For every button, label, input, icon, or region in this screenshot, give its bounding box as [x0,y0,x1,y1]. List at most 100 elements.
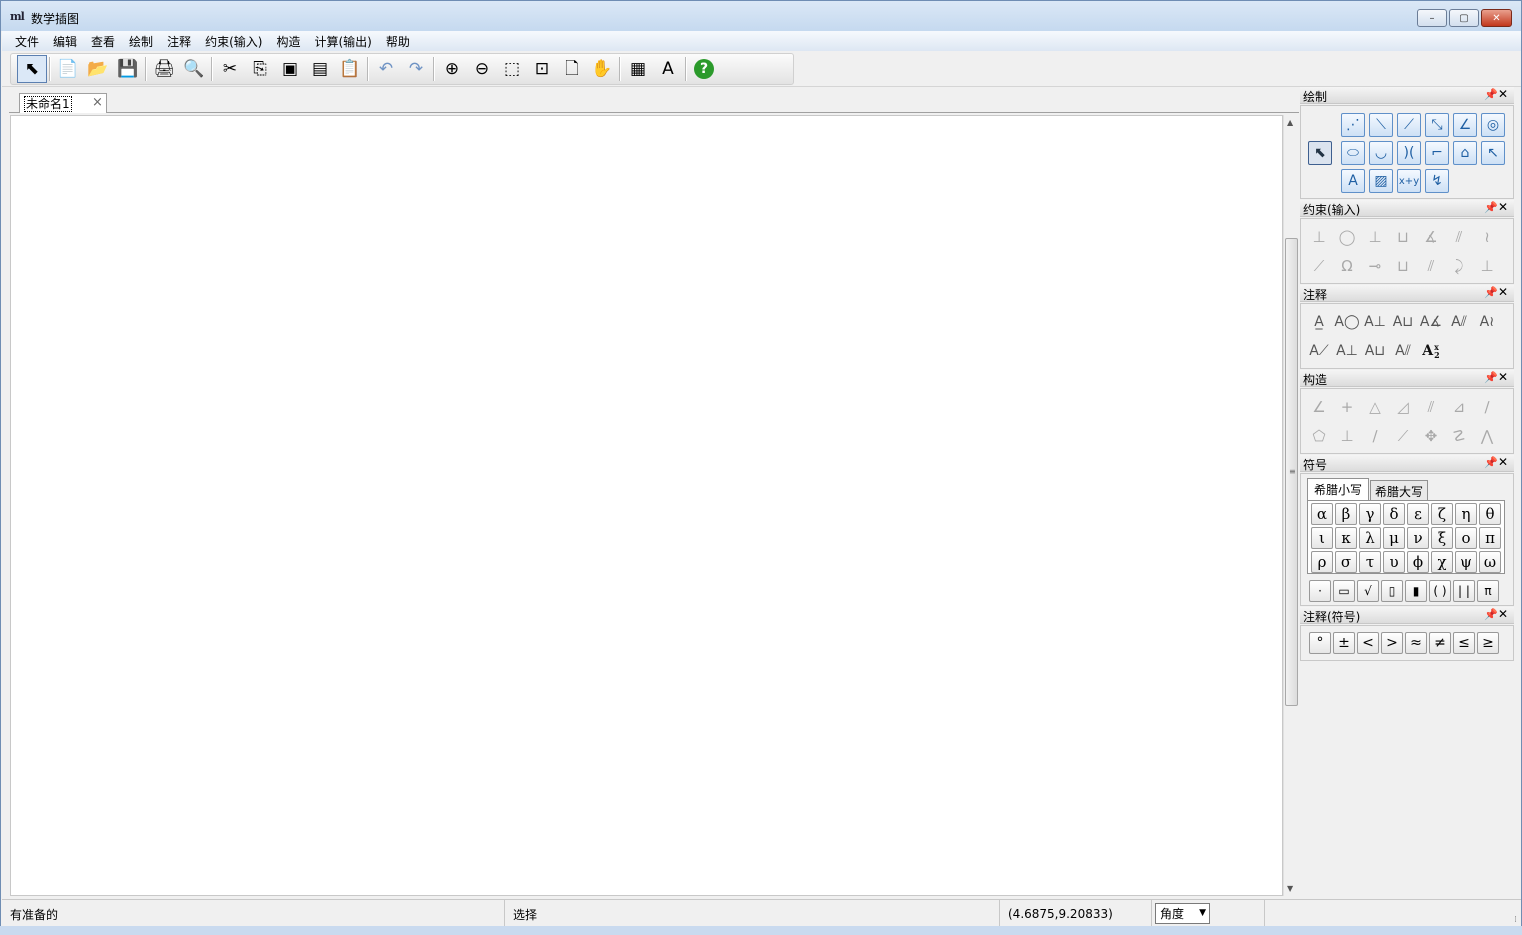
close-window-button[interactable]: ✕ [1481,9,1512,27]
constraint-tool[interactable]: ⊥ [1307,225,1331,249]
constraint-tool[interactable]: ⊸ [1363,254,1387,278]
greek-letter-button[interactable]: τ [1359,551,1381,573]
annotation-symbol-button[interactable]: ≈ [1405,632,1427,654]
pin-icon[interactable]: 📌 [1484,88,1498,101]
annotation-symbol-button[interactable]: ± [1333,632,1355,654]
circle-tool[interactable]: ◎ [1481,113,1505,137]
annotation-tool[interactable]: A̲ [1307,310,1331,334]
pin-icon[interactable]: 📌 [1484,608,1498,621]
greek-letter-button[interactable]: ϕ [1407,551,1429,573]
greek-letter-button[interactable]: δ [1383,503,1405,525]
point-tool[interactable]: ⋰ [1341,113,1365,137]
subscript-annotation-tool[interactable]: Ax2 [1419,339,1443,363]
tab-close-icon[interactable]: × [92,95,103,110]
constraint-tool[interactable]: ⊔ [1391,225,1415,249]
save-disk-button[interactable]: 💾 [113,55,143,83]
function-graph-tool[interactable]: x+y [1397,169,1421,193]
constraint-tool[interactable]: ⫽ [1447,225,1471,249]
greek-letter-button[interactable]: υ [1383,551,1405,573]
new-file-button[interactable]: 📄 [53,55,83,83]
annotation-tool[interactable]: A⊥ [1335,339,1359,363]
annotation-symbol-button[interactable]: ≤ [1453,632,1475,654]
help-question-button[interactable]: ? [689,55,719,83]
open-folder-button[interactable]: 📂 [83,55,113,83]
curve-tool[interactable]: ↖ [1481,141,1505,165]
construct-tool[interactable]: ⟋ [1391,424,1415,448]
constraint-tool[interactable]: ⊥ [1475,254,1499,278]
annotation-tool[interactable]: A⊥ [1363,310,1387,334]
scroll-up-icon[interactable]: ▲ [1287,118,1293,127]
tab-symbol-0[interactable]: 希腊小写 [1307,478,1369,500]
close-icon[interactable]: ✕ [1498,455,1508,469]
menu-item-3[interactable]: 绘制 [122,33,160,50]
angle-unit-select[interactable]: 角度 ▼ [1155,903,1210,924]
constraint-tool[interactable]: ≀ [1475,225,1499,249]
polygon-tool[interactable]: ⌂ [1453,141,1477,165]
constraint-tool[interactable]: ⫽ [1419,254,1443,278]
segment-tool[interactable]: ⤡ [1425,113,1449,137]
maximize-button[interactable]: ▢ [1449,9,1479,27]
copy-window-button[interactable]: ▣ [275,55,305,83]
annotation-tool[interactable]: A⟋ [1307,339,1331,363]
annotation-tool[interactable]: A⊔ [1391,310,1415,334]
greek-letter-button[interactable]: β [1335,503,1357,525]
title-bar[interactable]: ml 数学插图 – ▢ ✕ [1,1,1521,31]
close-icon[interactable]: ✕ [1498,285,1508,299]
constraint-tool[interactable]: ⊔ [1391,254,1415,278]
sqrt-format-button[interactable]: √ [1357,580,1379,602]
greek-letter-button[interactable]: χ [1431,551,1453,573]
menu-item-5[interactable]: 约束(输入) [198,33,269,50]
hyperbola-tool[interactable]: )( [1397,141,1421,165]
construct-tool[interactable]: ☡ [1447,424,1471,448]
greek-letter-button[interactable]: ο [1455,527,1477,549]
document-tab[interactable]: 未命名1 × [19,93,107,113]
close-icon[interactable]: ✕ [1498,87,1508,101]
constraint-tool[interactable]: ∡ [1419,225,1443,249]
construct-tool[interactable]: ⬠ [1307,424,1331,448]
annotation-tool[interactable]: A◯ [1334,310,1359,334]
annotation-symbol-button[interactable]: ≥ [1477,632,1499,654]
zoom-fit-button[interactable]: ⊡ [527,55,557,83]
annotation-symbol-button[interactable]: > [1381,632,1403,654]
zoom-out-button[interactable]: ⊖ [467,55,497,83]
resize-grip-icon[interactable]: ⁞ [1514,915,1517,925]
pan-hand-button[interactable]: ✋ [587,55,617,83]
greek-letter-button[interactable]: μ [1383,527,1405,549]
construct-tool[interactable]: △ [1363,395,1387,419]
undo-button[interactable]: ↶ [371,55,401,83]
image-tool[interactable]: ▨ [1369,169,1393,193]
scroll-down-icon[interactable]: ▼ [1287,884,1293,893]
construct-tool[interactable]: ∠ [1307,395,1331,419]
print-button[interactable]: 🖨 [149,55,179,83]
annotation-tool[interactable]: A⫽ [1391,339,1415,363]
greek-letter-button[interactable]: π [1479,527,1501,549]
text-label-tool[interactable]: A [1341,169,1365,193]
constraint-tool[interactable]: ⤸ [1447,254,1471,278]
greek-letter-button[interactable]: ζ [1431,503,1453,525]
menu-item-2[interactable]: 查看 [84,33,122,50]
menu-item-7[interactable]: 计算(输出) [307,33,378,50]
scroll-thumb[interactable]: ≡ [1285,238,1298,706]
greek-letter-button[interactable]: κ [1335,527,1357,549]
pi-format-button[interactable]: π [1477,580,1499,602]
greek-letter-button[interactable]: ψ [1455,551,1477,573]
menu-item-6[interactable]: 构造 [269,33,307,50]
annotation-symbol-button[interactable]: < [1357,632,1379,654]
annotation-symbol-button[interactable]: ° [1309,632,1331,654]
construct-tool[interactable]: ⊿ [1447,395,1471,419]
ray-tool[interactable]: ⟋ [1397,113,1421,137]
pin-icon[interactable]: 📌 [1484,456,1498,469]
pin-icon[interactable]: 📌 [1484,371,1498,384]
constraint-tool[interactable]: ⟋ [1307,254,1331,278]
absolute-format-button[interactable]: | | [1453,580,1475,602]
annotation-tool[interactable]: A∡ [1419,310,1443,334]
menu-item-4[interactable]: 注释 [160,33,198,50]
drawing-canvas[interactable] [10,115,1283,896]
constraint-tool[interactable]: Ω [1335,254,1359,278]
vertical-scrollbar[interactable]: ▲ ≡ ▼ [1283,115,1299,896]
minimize-button[interactable]: – [1417,9,1447,27]
grid-button[interactable]: ▦ [623,55,653,83]
annotation-tool[interactable]: A⫽ [1447,310,1471,334]
greek-letter-button[interactable]: η [1455,503,1477,525]
construct-tool[interactable]: ◿ [1391,395,1415,419]
